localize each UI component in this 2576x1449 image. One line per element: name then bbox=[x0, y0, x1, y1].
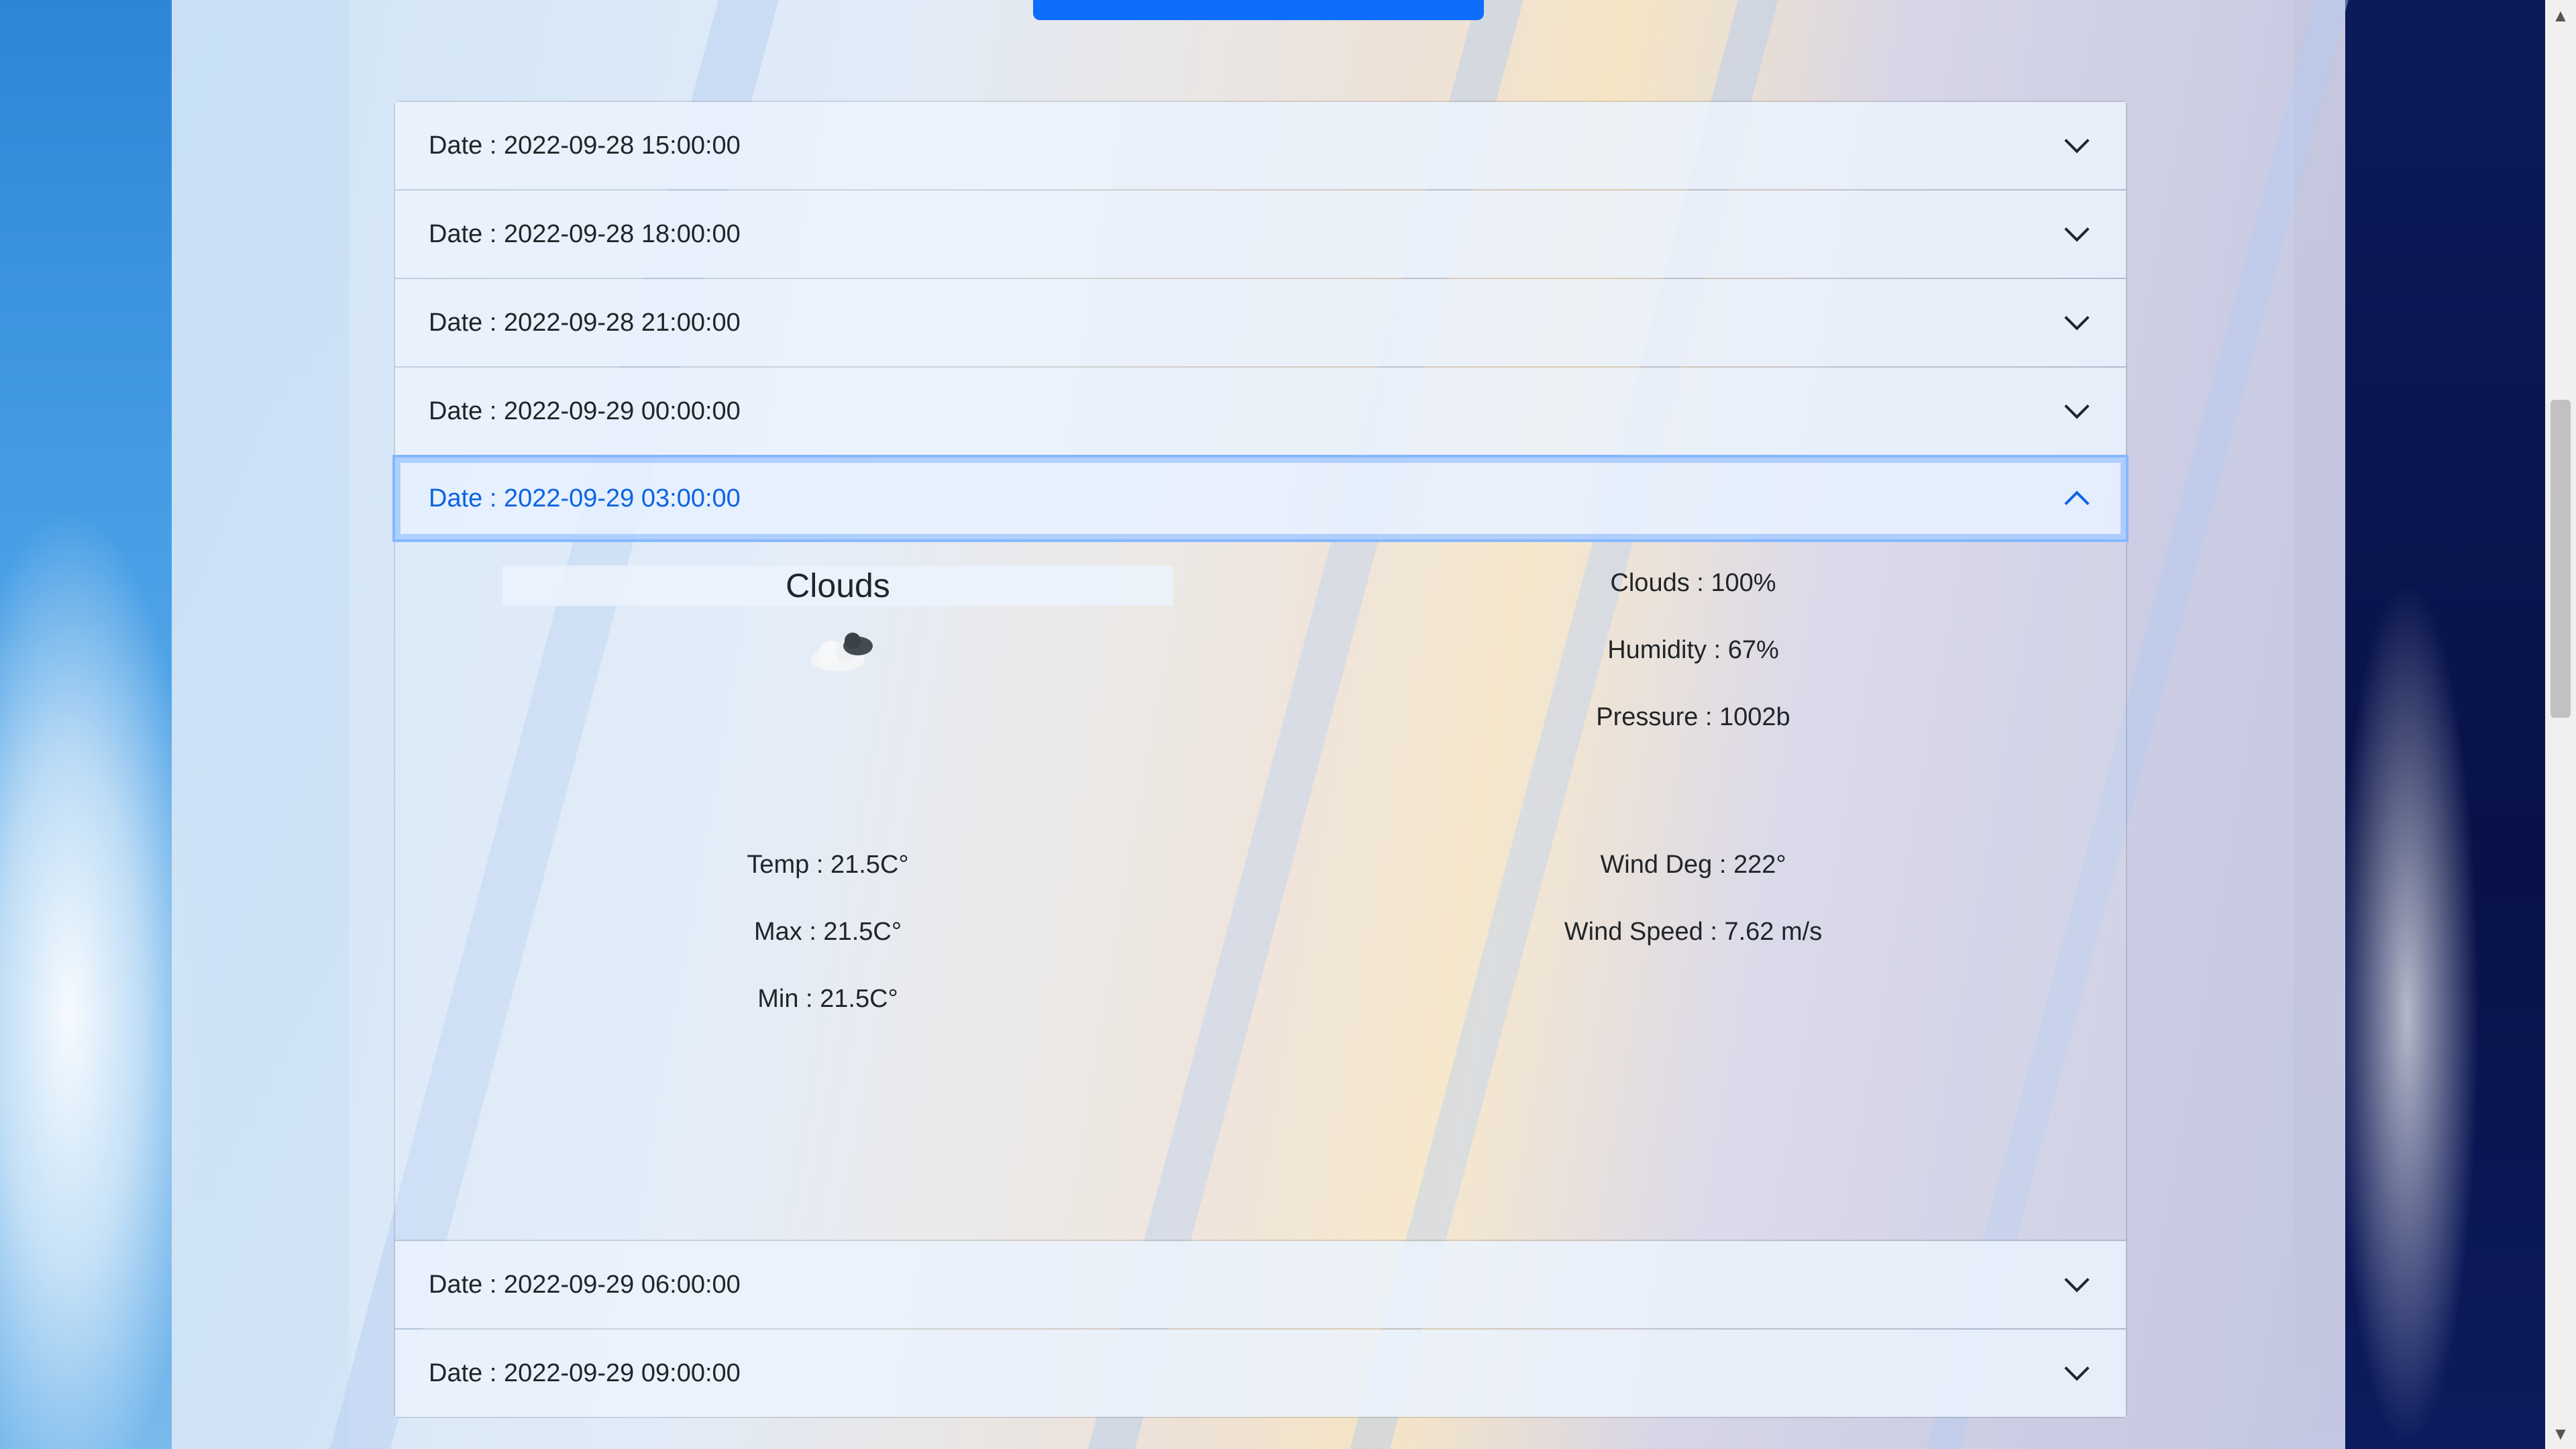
chevron-down-icon bbox=[2061, 396, 2092, 427]
pressure-text: Pressure : 1002b bbox=[1596, 703, 1790, 731]
weather-main-label: Clouds bbox=[502, 566, 1173, 606]
min-temp-text: Min : 21.5C° bbox=[757, 985, 898, 1013]
accordion-header[interactable]: Date : 2022-09-29 09:00:00 bbox=[395, 1330, 2126, 1417]
weather-right-column: Clouds : 100% Humidity : 67% Pressure : … bbox=[1260, 542, 2126, 1240]
accordion-header-label: Date : 2022-09-28 21:00:00 bbox=[429, 308, 741, 337]
scroll-down-arrow-icon[interactable]: ▼ bbox=[2545, 1418, 2576, 1449]
accordion-item: Date : 2022-09-28 18:00:00 bbox=[395, 189, 2126, 278]
scrollbar-thumb[interactable] bbox=[2551, 400, 2571, 718]
accordion-item: Date : 2022-09-28 21:00:00 bbox=[395, 278, 2126, 366]
accordion-header[interactable]: Date : 2022-09-28 15:00:00 bbox=[395, 102, 2126, 189]
cloud-icon bbox=[804, 626, 885, 680]
chevron-down-icon bbox=[2061, 219, 2092, 250]
accordion-item: Date : 2022-09-28 15:00:00 bbox=[395, 102, 2126, 189]
chevron-down-icon bbox=[2061, 130, 2092, 161]
accordion-header-label: Date : 2022-09-28 18:00:00 bbox=[429, 219, 741, 248]
accordion-header-label: Date : 2022-09-29 00:00:00 bbox=[429, 396, 741, 425]
chevron-up-icon bbox=[2061, 483, 2092, 514]
accordion-header-open[interactable]: Date : 2022-09-29 03:00:00 bbox=[392, 455, 2129, 542]
clouds-text: Clouds : 100% bbox=[1610, 569, 1776, 597]
accordion-body: Clouds Temp : 21.5C° Max : 21.5C° Min : … bbox=[395, 542, 2126, 1240]
top-action-button[interactable] bbox=[1033, 0, 1484, 20]
max-temp-text: Max : 21.5C° bbox=[753, 918, 902, 946]
weather-left-column: Clouds Temp : 21.5C° Max : 21.5C° Min : … bbox=[395, 542, 1260, 1240]
temp-text: Temp : 21.5C° bbox=[747, 851, 909, 879]
vertical-scrollbar[interactable]: ▲ ▼ bbox=[2545, 0, 2576, 1449]
humidity-text: Humidity : 67% bbox=[1607, 636, 1779, 664]
forecast-accordion: Date : 2022-09-28 15:00:00 Date : 2022-0… bbox=[392, 101, 2129, 1418]
accordion-header[interactable]: Date : 2022-09-28 21:00:00 bbox=[395, 279, 2126, 366]
scroll-up-arrow-icon[interactable]: ▲ bbox=[2545, 0, 2576, 31]
accordion-item-open: Date : 2022-09-29 03:00:00 Clouds Temp :… bbox=[392, 455, 2129, 1240]
accordion-header[interactable]: Date : 2022-09-28 18:00:00 bbox=[395, 191, 2126, 278]
accordion-header[interactable]: Date : 2022-09-29 06:00:00 bbox=[395, 1241, 2126, 1328]
accordion-header-label: Date : 2022-09-28 15:00:00 bbox=[429, 131, 741, 160]
wind-deg-text: Wind Deg : 222° bbox=[1600, 851, 1786, 879]
accordion-item: Date : 2022-09-29 09:00:00 bbox=[395, 1328, 2126, 1417]
chevron-down-icon bbox=[2061, 1269, 2092, 1300]
accordion-header[interactable]: Date : 2022-09-29 00:00:00 bbox=[395, 368, 2126, 455]
accordion-item: Date : 2022-09-29 00:00:00 bbox=[395, 366, 2126, 455]
accordion-header-label: Date : 2022-09-29 06:00:00 bbox=[429, 1270, 741, 1299]
wind-speed-text: Wind Speed : 7.62 m/s bbox=[1564, 918, 1823, 946]
chevron-down-icon bbox=[2061, 1358, 2092, 1389]
chevron-down-icon bbox=[2061, 307, 2092, 338]
accordion-item: Date : 2022-09-29 06:00:00 bbox=[395, 1240, 2126, 1328]
accordion-header-label: Date : 2022-09-29 09:00:00 bbox=[429, 1358, 741, 1387]
accordion-header-label: Date : 2022-09-29 03:00:00 bbox=[429, 484, 741, 513]
